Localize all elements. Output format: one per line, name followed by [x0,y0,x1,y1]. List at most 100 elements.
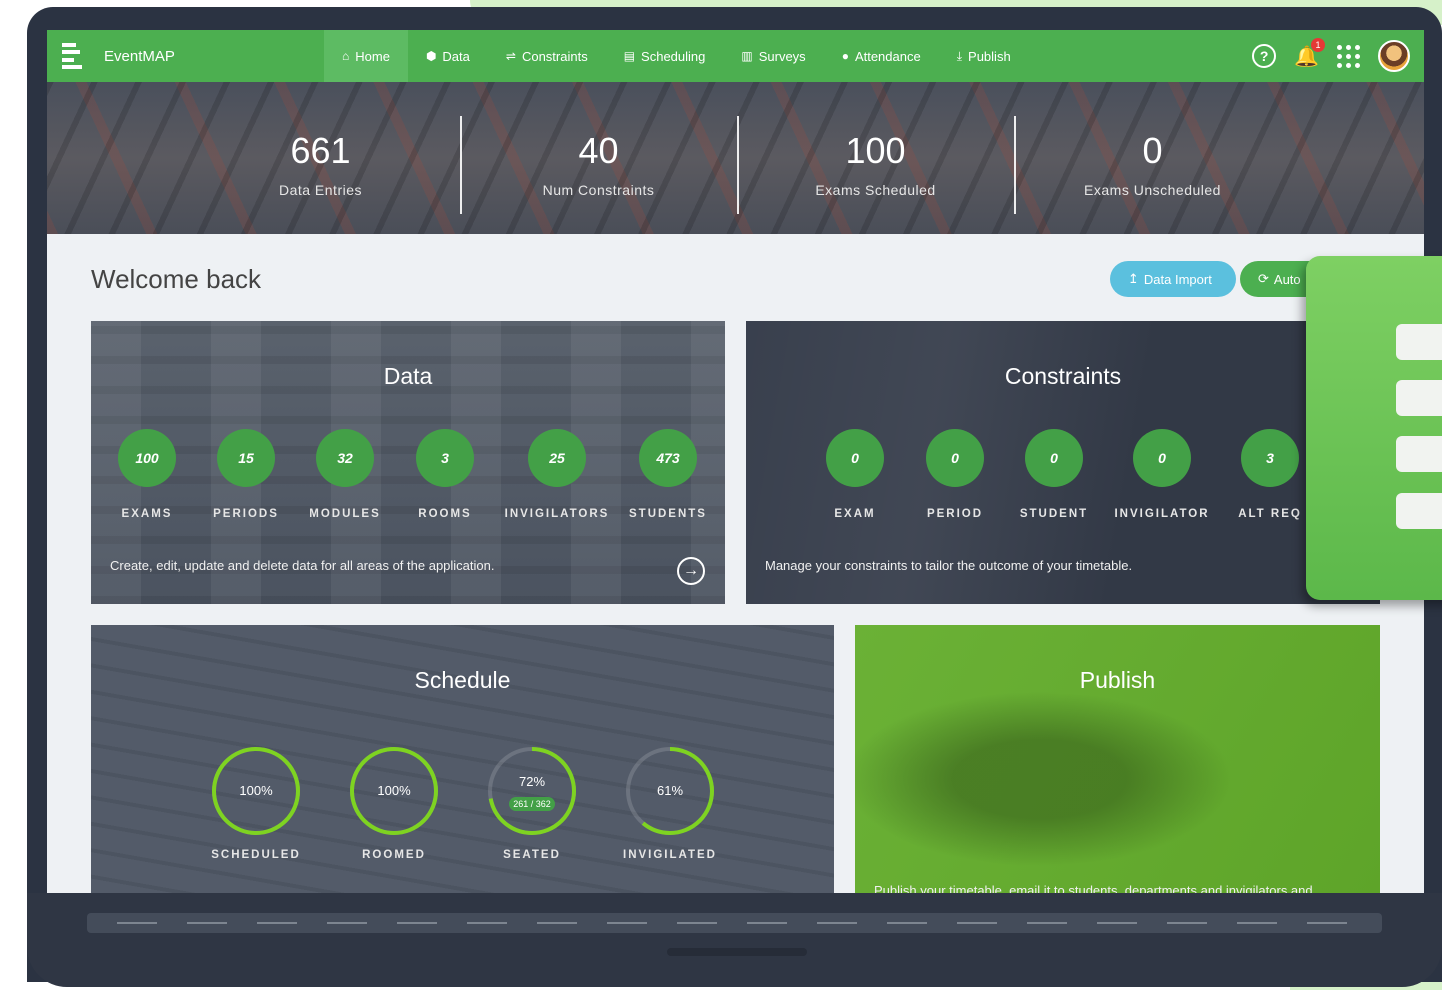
card-description: Publish your timetable, email it to stud… [874,883,1313,893]
nav-item-attendance[interactable]: ● Attendance [824,30,939,82]
metric-value: 15 [217,429,275,487]
ring-seated[interactable]: 72% 261 / 362 SEATED [477,745,587,861]
metric-label: PERIODS [213,508,279,520]
metric-value: 0 [826,429,884,487]
ring-percent: 72% [518,774,546,789]
widget-slot [1396,324,1442,360]
ring-scheduled[interactable]: 100% SCHEDULED [201,745,311,861]
data-import-button[interactable]: ↥ Data Import [1110,261,1236,297]
nav-item-scheduling[interactable]: ▤ Scheduling [606,30,724,82]
ring-percent: 100% [239,783,273,798]
app-screen: EventMAP ⌂ Home ⬢ Data ⇌ Constraints ▤ S… [47,30,1424,893]
metric-value: 100 [118,429,176,487]
metric-value: 32 [316,429,374,487]
stat-label: Data Entries [278,182,363,198]
card-description: Create, edit, update and delete data for… [110,558,495,573]
help-icon[interactable]: ? [1252,44,1277,68]
nav-item-label: Constraints [521,48,588,64]
metric-period[interactable]: 0 PERIOD [900,429,1010,520]
metric-value: 0 [1025,429,1083,487]
menu-logo-icon[interactable] [62,43,84,69]
ring-percent: 100% [377,783,411,798]
metric-label: STUDENT [1019,508,1089,520]
stat-label: Exams Scheduled [815,182,936,198]
ring-label: SEATED [503,849,561,861]
nav-item-label: Attendance [854,48,921,64]
card-title: Publish [1079,667,1156,693]
ring-label: ROOMED [362,849,426,861]
metric-value: 0 [926,429,984,487]
upload-icon: ↥ [1128,271,1139,286]
metric-value: 25 [528,429,586,487]
ring-invigilated[interactable]: 61% INVIGILATED [615,745,725,861]
nav-item-label: Data [442,48,470,64]
nav-item-label: Surveys [758,48,806,64]
data-card[interactable]: Data 100 EXAMS 15 PERIODS 32 MODULES 3 R… [91,321,725,604]
card-title: Data [383,363,433,389]
nav-item-publish[interactable]: ⤓ Publish [939,30,1029,82]
metric-students[interactable]: 473 STUDENTS [613,429,723,520]
top-navbar: EventMAP ⌂ Home ⬢ Data ⇌ Constraints ▤ S… [47,30,1424,82]
clipboard-icon: ▥ [741,49,753,63]
button-label: Data Import [1143,271,1212,287]
metric-rooms[interactable]: 3 ROOMS [390,429,500,520]
stat-value: 40 [578,130,619,171]
stat-exams-unscheduled: 0 Exams Unscheduled [1014,82,1291,234]
stat-value: 661 [290,130,351,171]
nav-item-label: Scheduling [641,48,706,64]
main-menu: ⌂ Home ⬢ Data ⇌ Constraints ▤ Scheduling… [324,30,1029,82]
metric-label: EXAMS [121,508,173,520]
download-icon: ⤓ [956,48,963,63]
laptop-base [27,893,1442,987]
card-title: Schedule [414,667,511,693]
nav-item-constraints[interactable]: ⇌ Constraints [488,30,606,82]
metric-label: PERIOD [926,508,984,520]
metric-invigilators[interactable]: 25 INVIGILATORS [492,429,622,520]
progress-ring-icon [488,747,576,835]
metric-student[interactable]: 0 STUDENT [999,429,1109,520]
stat-value: 0 [1142,130,1163,171]
metric-invigilator[interactable]: 0 INVIGILATOR [1097,429,1227,520]
metric-value: 0 [1133,429,1191,487]
database-icon: ⬢ [425,49,437,63]
apps-grid-icon[interactable] [1337,44,1360,68]
constraints-card[interactable]: Constraints 0 EXAM 0 PERIOD 0 STUDENT 0 … [746,321,1380,604]
metric-label: EXAM [834,508,876,520]
nav-item-home[interactable]: ⌂ Home [324,30,408,82]
publish-card[interactable]: Publish Publish your timetable, email it… [855,625,1380,893]
schedule-card[interactable]: Schedule 100% SCHEDULED 100% ROOMED 72% … [91,625,834,893]
metric-label: MODULES [309,508,381,520]
refresh-icon: ⟳ [1258,271,1269,286]
nav-item-data[interactable]: ⬢ Data [408,30,488,82]
stat-value: 100 [845,130,906,171]
metric-exam[interactable]: 0 EXAM [800,429,910,520]
arrow-right-icon[interactable]: → [677,557,705,585]
ring-percent: 61% [656,783,684,798]
calendar-icon: ▤ [623,49,636,63]
notification-bell-icon[interactable]: 🔔 1 [1294,37,1325,69]
metric-label: INVIGILATOR [1114,508,1210,520]
metric-exams[interactable]: 100 EXAMS [92,429,202,520]
stats-banner: 661 Data Entries 40 Num Constraints 100 … [47,82,1424,234]
card-description: Manage your constraints to tailor the ou… [765,558,1133,573]
stat-data-entries: 661 Data Entries [182,82,459,234]
floating-widget-panel [1306,256,1442,600]
user-avatar[interactable] [1378,40,1410,72]
navbar-actions: ? 🔔 1 [1252,37,1410,72]
stat-num-constraints: 40 Num Constraints [460,82,737,234]
home-icon: ⌂ [342,49,350,63]
nav-item-surveys[interactable]: ▥ Surveys [723,30,823,82]
metric-modules[interactable]: 32 MODULES [290,429,400,520]
welcome-heading: Welcome back [91,264,262,294]
ring-roomed[interactable]: 100% ROOMED [339,745,449,861]
ring-label: SCHEDULED [211,849,301,861]
widget-slot [1396,493,1442,529]
widget-slot [1396,436,1442,472]
brand-name[interactable]: EventMAP [104,48,324,65]
card-title: Constraints [1004,363,1122,389]
laptop-hinge-detail [117,922,1352,924]
metric-value: 3 [416,429,474,487]
metric-periods[interactable]: 15 PERIODS [191,429,301,520]
metric-label: ROOMS [418,508,472,520]
stat-label: Num Constraints [542,182,655,198]
